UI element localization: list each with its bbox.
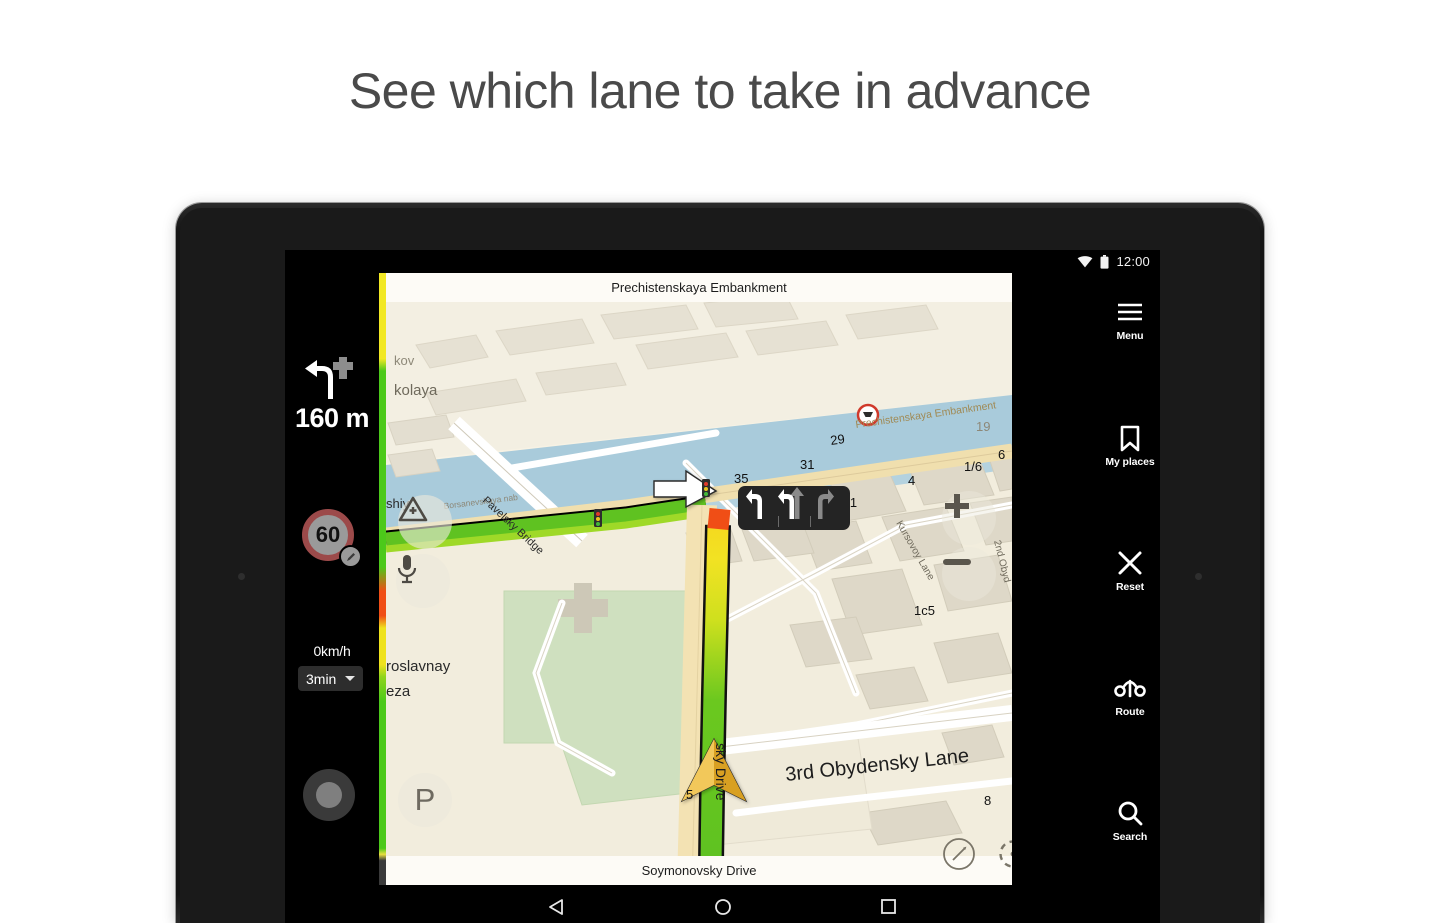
bezel-dot-left [238,573,245,580]
rail-label-menu: Menu [1116,330,1144,342]
tablet-device: 12:00 160 m 60 0km/h 3min Prechistenskay… [176,203,1264,923]
svg-text:sky Drive: sky Drive [713,743,729,801]
wifi-icon [1077,255,1093,268]
traffic-jam-bar[interactable] [379,273,386,885]
rail-item-search[interactable]: Search [1100,798,1160,843]
svg-text:6: 6 [998,447,1005,462]
svg-text:35: 35 [734,471,748,486]
lane-guidance-widget [738,486,850,530]
page-title: See which lane to take in advance [348,63,1092,119]
svg-text:31: 31 [800,457,814,472]
map-graphics: Prechistenskaya Embankment Borsanevskaya… [386,273,1012,885]
navigation-app: 160 m 60 0km/h 3min Prechistenskaya Emba… [285,273,1160,885]
svg-text:1/6: 1/6 [964,459,982,474]
plus-icon[interactable] [942,491,996,545]
back-triangle-icon[interactable] [548,898,566,916]
street-banner-top: Prechistenskaya Embankment [386,273,1012,302]
lane-3 [810,486,842,530]
rail-label-route: Route [1115,706,1145,718]
parking-button[interactable]: P [398,773,452,827]
edit-pencil-icon[interactable] [339,545,362,568]
close-x-icon [1100,548,1160,578]
rail-item-my-places[interactable]: My places [1100,423,1160,468]
android-status-bar: 12:00 [285,250,1160,273]
svg-text:1c5: 1c5 [914,603,935,618]
street-banner-bottom: Soymonovsky Drive [386,856,1012,885]
svg-text:5: 5 [686,787,693,802]
svg-text:roslavnay: roslavnay [386,658,451,675]
search-icon [1100,798,1160,828]
rail-label-search: Search [1112,831,1148,843]
right-toolbar: Menu My places Reset Route Search [1100,273,1160,885]
bezel-dot-right [1195,573,1202,580]
recents-square-icon[interactable] [880,898,897,915]
rail-item-reset[interactable]: Reset [1100,548,1160,593]
rail-label-my-places: My places [1105,456,1155,468]
home-circle-icon[interactable] [714,898,732,916]
chevron-down-icon [345,676,356,681]
tablet-bezel: 12:00 160 m 60 0km/h 3min Prechistenskay… [180,208,1260,923]
maneuver-block: 160 m [285,353,379,434]
maneuver-distance: 160 m [294,403,370,433]
minus-icon[interactable] [942,547,996,601]
status-bar-clock: 12:00 [1116,254,1150,269]
tablet-screen: 12:00 160 m 60 0km/h 3min Prechistenskay… [285,250,1160,923]
svg-text:8: 8 [984,793,991,808]
hamburger-menu-icon [1100,297,1160,327]
left-nav-panel: 160 m 60 0km/h 3min [285,273,379,885]
svg-text:4: 4 [908,473,915,488]
svg-text:kov: kov [394,353,415,368]
mode-button-inner [316,782,342,808]
microphone-icon[interactable] [396,554,450,608]
eta-chip[interactable]: 3min [298,666,364,691]
rail-label-reset: Reset [1115,581,1145,593]
turn-left-arrow-icon [285,353,379,401]
svg-text:29: 29 [829,431,845,448]
route-icon [1100,673,1160,703]
lane-1 [746,486,778,530]
warning-triangle-icon[interactable] [398,495,452,549]
svg-text:kolaya: kolaya [394,382,438,399]
android-nav-bar [285,885,1160,923]
svg-text:eza: eza [386,683,411,700]
parking-label: P [414,782,436,817]
lane-2 [778,486,810,530]
battery-icon [1100,254,1109,269]
bookmark-icon [1100,423,1160,453]
speed-limit-sign[interactable]: 60 [302,509,362,568]
svg-text:19: 19 [976,419,990,434]
rail-item-menu[interactable]: Menu [1100,297,1160,342]
day-night-mode-icon[interactable] [303,769,355,821]
current-speed: 0km/h [313,643,351,659]
rail-item-route[interactable]: Route [1100,673,1160,718]
eta-label: 3min [306,670,337,687]
map-canvas[interactable]: Prechistenskaya Embankment Borsanevskaya… [386,273,1012,885]
